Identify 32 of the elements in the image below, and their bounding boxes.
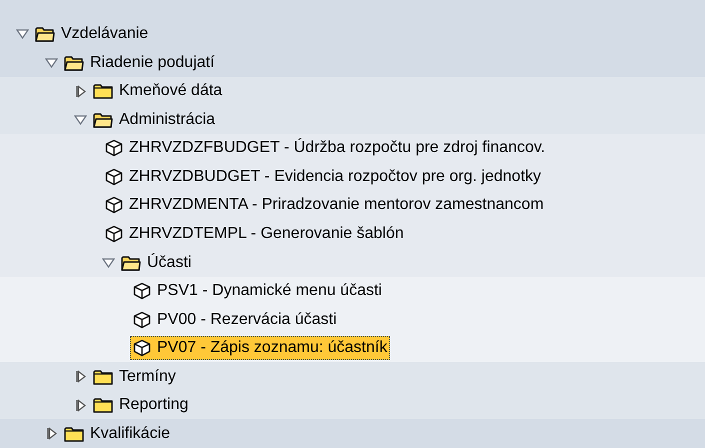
collapsed-triangle-icon[interactable] — [76, 398, 86, 412]
folder-label[interactable]: Kmeňové dáta — [119, 79, 222, 104]
transaction-item[interactable]: PV07 - Zápis zoznamu: účastník — [130, 336, 390, 360]
folder-icon — [64, 426, 84, 442]
cube-icon — [133, 339, 151, 358]
folder-label[interactable]: Termíny — [119, 364, 176, 389]
open-folder-icon — [93, 112, 113, 128]
expanded-triangle-icon[interactable] — [74, 114, 87, 125]
collapsed-triangle-icon[interactable] — [76, 370, 86, 384]
folder-icon — [93, 83, 113, 100]
expanded-triangle-icon[interactable] — [16, 29, 29, 40]
open-folder-icon — [64, 54, 84, 71]
expanded-triangle-icon[interactable] — [102, 258, 115, 268]
folder-label[interactable]: Reporting — [119, 393, 188, 418]
folder-label[interactable]: Účasti — [147, 250, 192, 275]
cube-icon — [105, 139, 123, 158]
open-folder-icon — [121, 254, 141, 271]
cube-icon — [133, 310, 151, 329]
cube-icon — [105, 196, 123, 214]
folder-label[interactable]: Kvalifikácie — [90, 422, 170, 446]
folder-label[interactable]: Vzdelávanie — [61, 22, 148, 46]
expanded-triangle-icon[interactable] — [45, 58, 58, 68]
folder-label[interactable]: Administrácia — [119, 108, 216, 132]
folder-label[interactable]: Riadenie podujatí — [90, 50, 215, 75]
collapsed-triangle-icon[interactable] — [76, 84, 86, 98]
cube-icon — [133, 282, 151, 300]
cube-icon — [105, 168, 123, 186]
folder-icon — [93, 368, 113, 385]
folder-icon — [93, 397, 113, 414]
open-folder-icon — [35, 26, 55, 42]
cube-icon — [105, 224, 123, 243]
collapsed-triangle-icon[interactable] — [46, 427, 56, 440]
